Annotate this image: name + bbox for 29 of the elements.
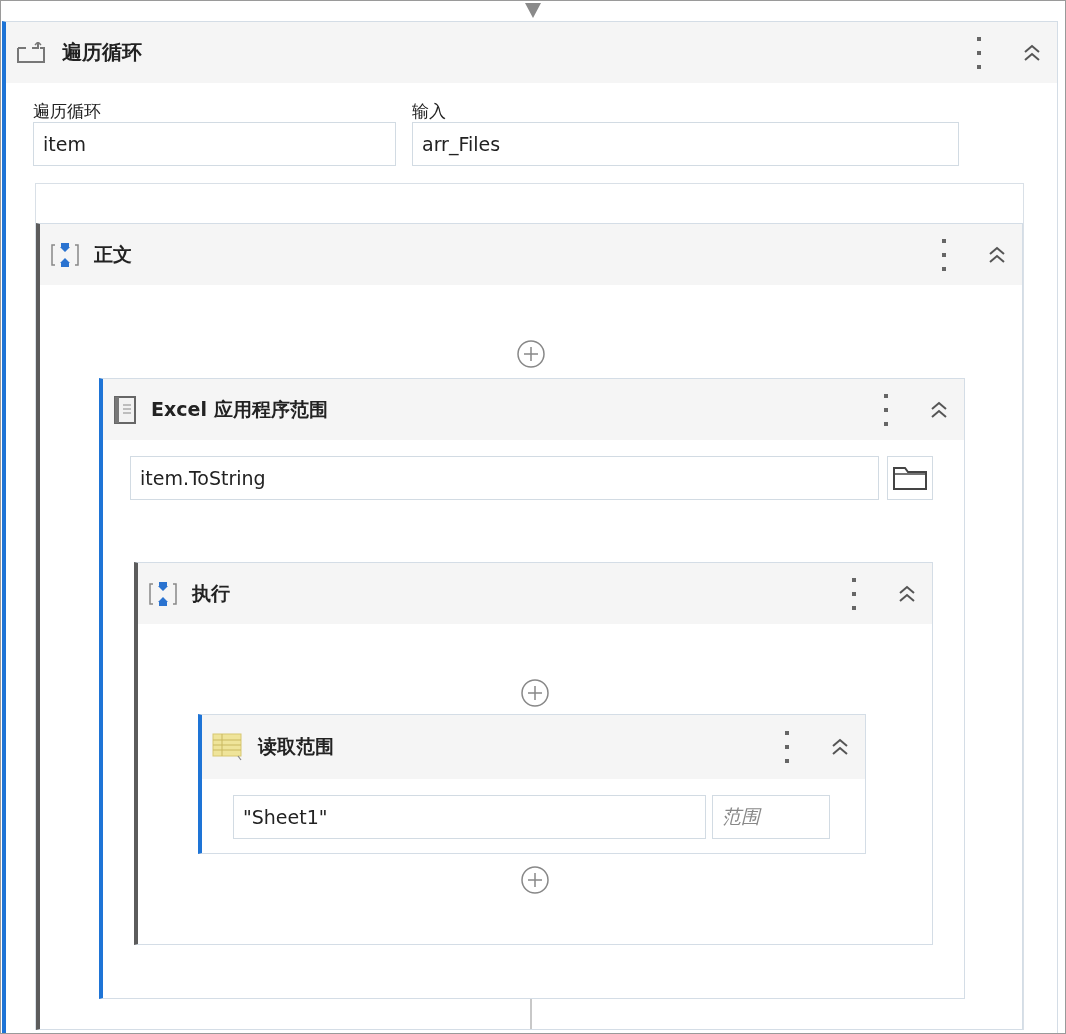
- add-button[interactable]: [521, 679, 549, 707]
- folder-icon: [892, 465, 928, 491]
- connector-line: [530, 999, 532, 1029]
- activity-title: Excel 应用程序范围: [151, 396, 329, 422]
- card-header[interactable]: 正文: [40, 224, 1022, 285]
- arrow-down-icon: [524, 1, 542, 19]
- activity-title: 读取范围: [258, 734, 335, 759]
- card-header[interactable]: 读取范围: [202, 715, 865, 779]
- spreadsheet-icon: [212, 733, 244, 761]
- folder-button[interactable]: [887, 456, 933, 500]
- card-header[interactable]: Excel 应用程序范围: [103, 379, 964, 440]
- card-header[interactable]: 执行: [138, 563, 932, 624]
- sequence-icon: [148, 579, 178, 608]
- field-label: 输入: [412, 100, 447, 122]
- input-field[interactable]: "Sheet1": [233, 795, 706, 839]
- input-field[interactable]: 范围: [712, 795, 830, 839]
- activity-title: 正文: [94, 241, 133, 267]
- input-field[interactable]: arr_Files: [412, 122, 959, 166]
- sequence-icon: [50, 240, 80, 269]
- input-field[interactable]: item.ToString: [130, 456, 879, 500]
- add-button[interactable]: [517, 340, 545, 368]
- loop-icon: [16, 41, 48, 64]
- activity-title: 遍历循环: [62, 39, 143, 66]
- activity-title: 执行: [192, 580, 231, 606]
- card-header[interactable]: 遍历循环: [6, 22, 1057, 83]
- input-field[interactable]: item: [33, 122, 396, 166]
- add-button[interactable]: [521, 866, 549, 894]
- field-label: 遍历循环: [33, 100, 102, 122]
- document-icon: [113, 394, 137, 425]
